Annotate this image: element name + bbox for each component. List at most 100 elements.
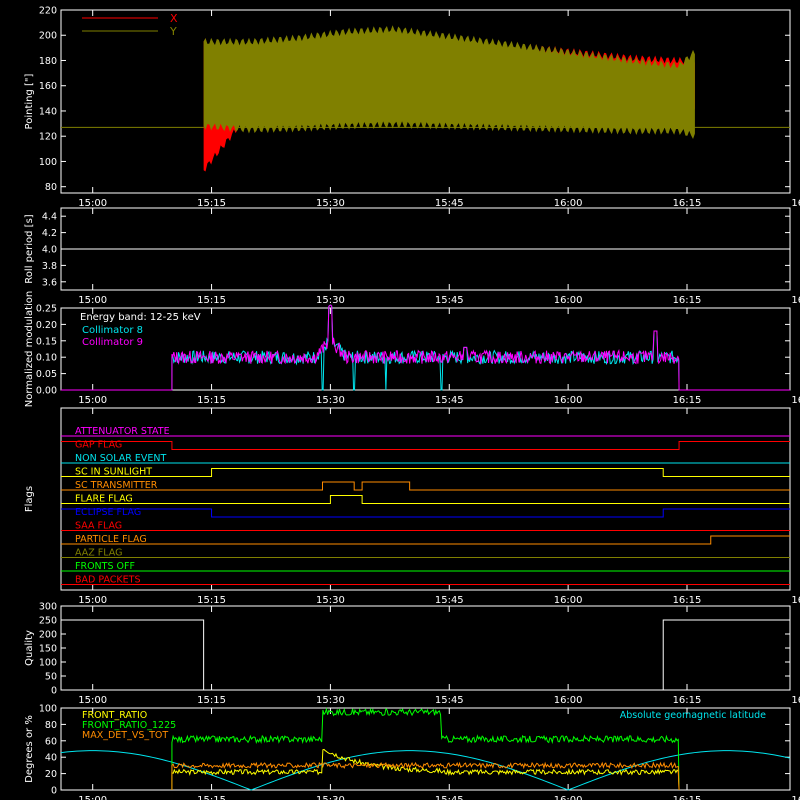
flag-label: SAA FLAG (75, 521, 122, 532)
x-tick-label: 15:30 (316, 795, 345, 800)
x-tick-label: 16:00 (554, 295, 583, 306)
y-tick-label: 180 (39, 56, 57, 67)
x-tick-label: 15:45 (435, 695, 464, 706)
x-tick-label: 15:30 (316, 295, 345, 306)
x-tick-label: 16:15 (673, 695, 702, 706)
flag-label: FLARE FLAG (75, 494, 133, 505)
x-tick-label: 16:00 (554, 395, 583, 406)
y-tick-label: 0.10 (36, 353, 57, 364)
latitude-annotation: Absolute geomagnetic latitude (620, 710, 766, 721)
y-tick-label: 0.20 (36, 320, 57, 331)
flag-label: SC IN SUNLIGHT (75, 467, 152, 478)
flag-line (61, 495, 790, 504)
y-tick-label: 120 (39, 132, 57, 143)
y-tick-label: 0.15 (36, 336, 57, 347)
flag-label: NON SOLAR EVENT (75, 453, 166, 464)
y-tick-label: 200 (39, 630, 57, 641)
x-tick-label: 15:45 (435, 295, 464, 306)
y-axis-label: Pointing ["] (24, 73, 35, 129)
x-tick-label: 15:15 (197, 595, 226, 606)
y-tick-label: 4.2 (42, 228, 57, 239)
x-tick-label: 15:30 (316, 595, 345, 606)
y-axis-label: Roll period [s] (24, 214, 35, 283)
x-tick-label: 15:00 (78, 595, 107, 606)
x-tick-label: 16:15 (673, 395, 702, 406)
x-tick-label: 16:15 (673, 198, 702, 209)
y-tick-label: 80 (45, 720, 57, 731)
y-axis-label: Quality (24, 630, 35, 666)
x-tick-label: 15:00 (78, 795, 107, 800)
x-tick-label: 16:15 (673, 595, 702, 606)
x-tick-label: 15:45 (435, 395, 464, 406)
x-tick-label: 15:00 (78, 395, 107, 406)
flag-line (61, 441, 790, 450)
x-tick-label: 16:00 (554, 695, 583, 706)
x-tick-label: 15:45 (435, 198, 464, 209)
y-tick-label: 3.6 (42, 277, 57, 288)
x-tick-label: 15:30 (316, 695, 345, 706)
y-tick-label: 0.05 (36, 369, 57, 380)
x-tick-label: 16:30 (791, 795, 800, 800)
x-tick-label: 16:30 (791, 595, 800, 606)
x-tick-label: 15:45 (435, 795, 464, 800)
legend-label-collimator: Collimator 8 (82, 325, 143, 336)
y-tick-label: 250 (39, 616, 57, 627)
y-tick-label: 100 (39, 658, 57, 669)
y-tick-label: 0 (51, 786, 57, 797)
y-tick-label: 300 (39, 602, 57, 613)
y-tick-label: 0.25 (36, 304, 57, 315)
flag-line (61, 468, 790, 477)
x-tick-label: 15:00 (78, 198, 107, 209)
flag-line (61, 481, 790, 491)
y-tick-label: 4.4 (42, 212, 57, 223)
series-area-y (203, 25, 695, 140)
legend-label-y: Y (169, 25, 177, 38)
x-tick-label: 15:15 (197, 695, 226, 706)
x-tick-label: 16:30 (791, 198, 800, 209)
flag-label: AAZ FLAG (75, 548, 122, 559)
x-tick-label: 15:15 (197, 198, 226, 209)
flag-line (61, 535, 790, 545)
x-tick-label: 15:30 (316, 395, 345, 406)
y-tick-label: 80 (45, 182, 57, 193)
y-tick-label: 100 (39, 704, 57, 715)
legend-label-x: X (170, 12, 178, 25)
x-tick-label: 16:00 (554, 795, 583, 800)
legend-label-collimator: Collimator 9 (82, 337, 143, 348)
hessi-quicklook-chart: 15:00 15:15 15:30 15:45 16:00 16:15 16:30 Point… (24, 6, 800, 800)
x-tick-label: 16:15 (673, 295, 702, 306)
x-tick-label: 15:45 (435, 595, 464, 606)
x-tick-label: 15:15 (197, 395, 226, 406)
legend-label-ratio: MAX_DET_VS_TOT (82, 730, 168, 741)
y-tick-label: 150 (39, 644, 57, 655)
x-tick-label: 15:30 (316, 198, 345, 209)
y-tick-label: 0.00 (36, 386, 57, 397)
y-tick-label: 20 (45, 769, 57, 780)
panel-frame-quality (60, 605, 791, 691)
flag-label: SC TRANSMITTER (75, 480, 158, 491)
flag-label: PARTICLE FLAG (75, 534, 147, 545)
x-tick-label: 15:15 (197, 295, 226, 306)
y-tick-label: 140 (39, 106, 57, 117)
y-tick-label: 50 (45, 672, 57, 683)
flag-line (61, 508, 790, 518)
x-tick-label: 16:00 (554, 595, 583, 606)
x-tick-label: 15:00 (78, 295, 107, 306)
x-tick-label: 16:30 (791, 295, 800, 306)
series-line-ratio (171, 707, 680, 791)
x-tick-label: 16:15 (673, 795, 702, 800)
y-tick-label: 3.8 (42, 261, 57, 272)
y-tick-label: 40 (45, 753, 57, 764)
y-tick-label: 160 (39, 81, 57, 92)
panel-frame-flags (60, 407, 791, 591)
y-axis-label: Degrees or % (24, 715, 35, 783)
y-tick-label: 4.0 (42, 245, 57, 256)
x-tick-label: 16:30 (791, 395, 800, 406)
y-tick-label: 220 (39, 6, 57, 17)
y-tick-label: 0 (51, 686, 57, 697)
y-tick-label: 100 (39, 157, 57, 168)
flag-label: ATTENUATOR STATE (75, 426, 170, 437)
flag-label: FRONTS OFF (75, 561, 135, 572)
y-tick-label: 60 (45, 736, 57, 747)
x-tick-label: 16:00 (554, 198, 583, 209)
